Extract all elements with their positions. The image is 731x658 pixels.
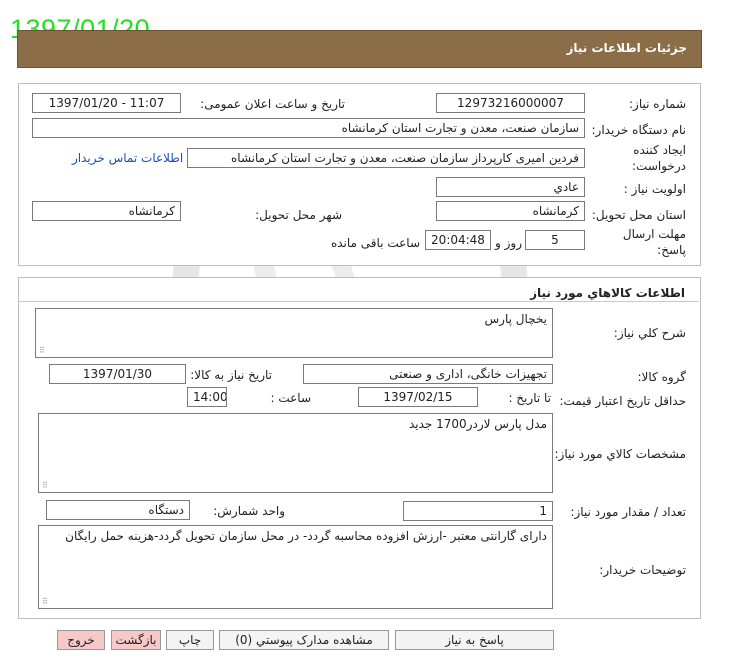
reply-to-need-button[interactable]: پاسخ به نیاز: [395, 630, 554, 650]
priority-label: اولویت نیاز :: [623, 182, 686, 196]
general-desc-text: یخچال پارس: [484, 312, 547, 326]
price-validity-label: حداقل تاریخ اعتبار قیمت:: [559, 394, 686, 408]
view-attachments-button[interactable]: مشاهده مدارک پیوستي (0): [219, 630, 389, 650]
general-desc-label: شرح کلي نياز:: [613, 326, 686, 340]
need-date-field: 1397/01/30: [49, 364, 186, 384]
quantity-label: تعداد / مقدار مورد نیاز:: [570, 505, 686, 519]
buyer-notes-label: توضیحات خریدار:: [599, 563, 686, 577]
creator-label-line2: درخواست:: [632, 159, 686, 173]
creator-label-line1: ایجاد کننده: [633, 143, 686, 157]
until-date-field: 1397/02/15: [358, 387, 478, 407]
city-field: کرمانشاه: [32, 201, 181, 221]
days-field: 5: [525, 230, 585, 250]
buyer-org-label: نام دستگاه خریدار:: [591, 123, 687, 137]
buyer-notes-field: دارای گارانتی معتبر -ارزش افزوده محاسبه …: [38, 525, 553, 609]
page-title: جزئیات اطلاعات نیاز: [566, 41, 687, 55]
province-label: استان محل تحویل:: [591, 208, 686, 222]
quantity-field: 1: [403, 501, 553, 521]
exit-button[interactable]: خروج: [57, 630, 105, 650]
province-field: کرمانشاه: [436, 201, 585, 221]
buyer-org-field: سازمان صنعت، معدن و تجارت استان کرمانشاه: [32, 118, 585, 138]
goods-section-title: اطلاعات کالاهاي مورد نياز: [530, 286, 685, 300]
resize-grip-icon[interactable]: ⠿: [39, 346, 45, 355]
buyer-contact-link[interactable]: اطلاعات تماس خریدار: [72, 151, 183, 165]
announce-datetime-label: تاریخ و ساعت اعلان عمومی:: [200, 97, 345, 111]
specs-label: مشخصات کالاي مورد نياز:: [554, 447, 686, 461]
need-number-field: 12973216000007: [436, 93, 585, 113]
deadline-label-line1: مهلت ارسال: [622, 227, 686, 241]
section-divider: [18, 301, 699, 302]
unit-label: واحد شمارش:: [213, 504, 285, 518]
page-header: جزئیات اطلاعات نیاز: [17, 30, 702, 68]
specs-text: مدل پارس لاردر1700 جدید: [408, 417, 547, 431]
unit-field: دستگاه: [46, 500, 190, 520]
priority-field: عادي: [436, 177, 585, 197]
resize-grip-icon[interactable]: ⠿: [42, 481, 48, 490]
until-date-label: تا تاریخ :: [508, 391, 551, 405]
days-unit-label: روز و: [495, 236, 522, 250]
specs-field: مدل پارس لاردر1700 جدید ⠿: [38, 413, 553, 493]
city-label: شهر محل تحویل:: [255, 208, 342, 222]
time-left-label: ساعت باقی مانده: [330, 236, 420, 250]
creator-field: فردین امیری کارپرداز سازمان صنعت، معدن و…: [187, 148, 585, 168]
announce-datetime-field: 1397/01/20 - 11:07: [32, 93, 181, 113]
general-desc-field: یخچال پارس ⠿: [35, 308, 553, 358]
goods-group-label: گروه کالا:: [637, 370, 687, 384]
time-label: ساعت :: [270, 391, 311, 405]
back-button[interactable]: بازگشت: [111, 630, 161, 650]
need-date-label: تاریخ نیاز به کالا:: [190, 368, 272, 382]
time-left-field: 20:04:48: [425, 230, 491, 250]
resize-grip-icon[interactable]: ⠿: [42, 597, 48, 606]
time-field: 14:00: [187, 387, 227, 407]
goods-group-field: تجهیزات خانگی، اداری و صنعتی: [303, 364, 553, 384]
deadline-label-line2: پاسخ:: [657, 243, 686, 257]
print-button[interactable]: چاپ: [166, 630, 214, 650]
buyer-notes-text: دارای گارانتی معتبر -ارزش افزوده محاسبه …: [65, 529, 547, 543]
need-number-label: شماره نیاز:: [629, 97, 686, 111]
